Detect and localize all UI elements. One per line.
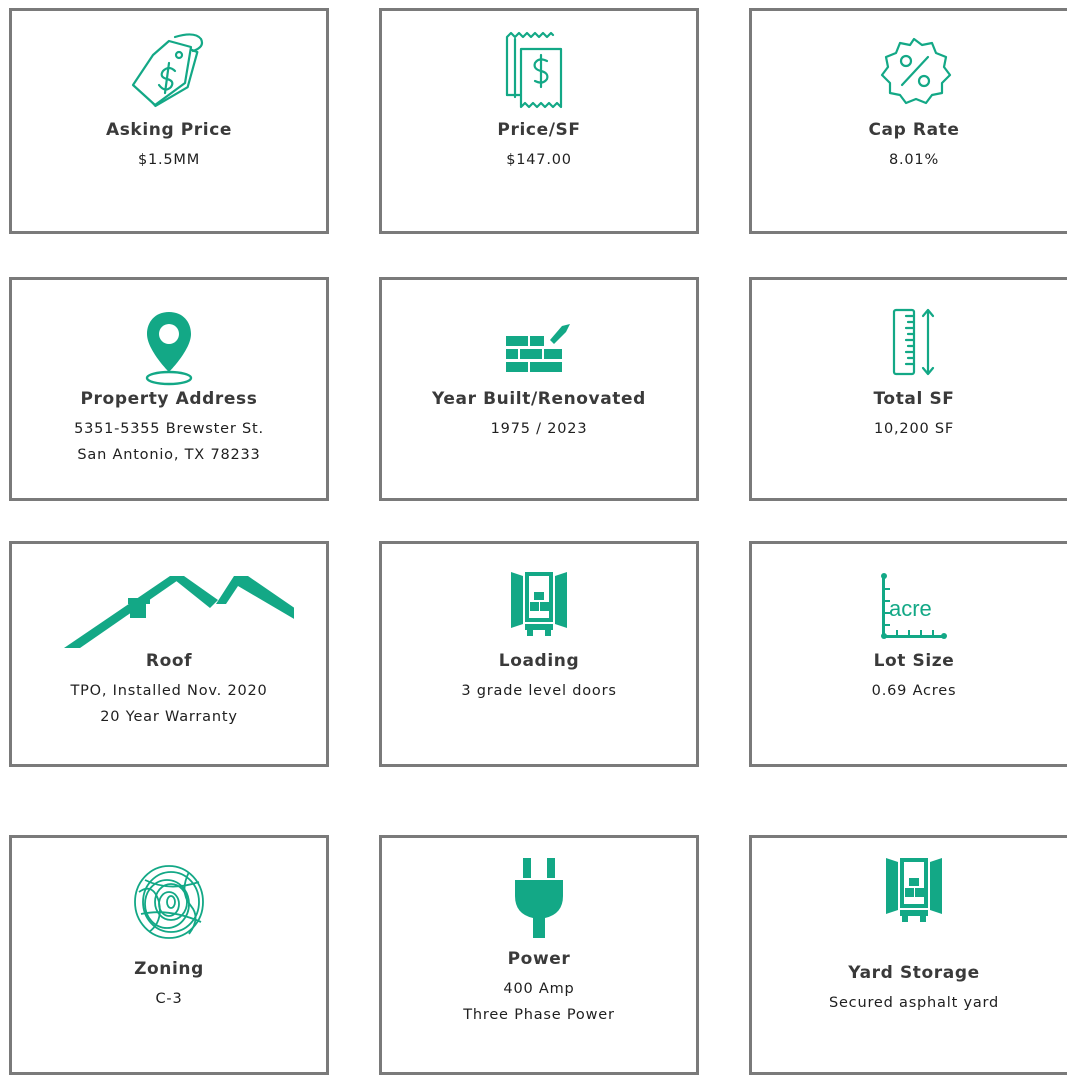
cap-rate-value: 8.01% xyxy=(888,152,940,168)
price-per-sf-value: $147.00 xyxy=(506,152,572,168)
asking-price-value: $1.5MM xyxy=(137,152,201,168)
acre-icon-label: acre xyxy=(889,596,932,621)
price-per-sf-title: Price/SF xyxy=(497,120,581,140)
year-built-title: Year Built/Renovated xyxy=(432,389,646,409)
power-card: Power 400 Amp Three Phase Power xyxy=(379,835,699,1075)
bricks-trowel-icon xyxy=(382,320,696,378)
receipt-icon xyxy=(382,31,696,113)
storage-truck-icon xyxy=(752,854,1067,924)
yard-storage-card: Yard Storage Secured asphalt yard xyxy=(749,835,1067,1075)
total-sf-title: Total SF xyxy=(873,389,955,409)
lot-size-title: Lot Size xyxy=(873,651,955,671)
ruler-icon xyxy=(752,306,1067,378)
roof-line-2: 20 Year Warranty xyxy=(100,709,238,725)
loading-title: Loading xyxy=(498,651,580,671)
percent-badge-icon xyxy=(752,33,1067,109)
zoning-card: Zoning C-3 xyxy=(9,835,329,1075)
loading-value: 3 grade level doors xyxy=(461,683,617,699)
cap-rate-card: Cap Rate 8.01% xyxy=(749,8,1067,234)
zoning-value: C-3 xyxy=(155,991,183,1007)
yard-storage-value: Secured asphalt yard xyxy=(828,995,1000,1011)
address-line-2: San Antonio, TX 78233 xyxy=(77,447,261,463)
power-plug-icon xyxy=(382,856,696,940)
lot-size-card: acre Lot Size 0.69 Acres xyxy=(749,541,1067,767)
power-title: Power xyxy=(507,949,571,969)
total-sf-card: Total SF 10,200 SF xyxy=(749,277,1067,501)
property-address-card: Property Address 5351-5355 Brewster St. … xyxy=(9,277,329,501)
loading-truck-icon xyxy=(382,568,696,638)
zoning-title: Zoning xyxy=(134,959,204,979)
power-line-1: 400 Amp xyxy=(503,981,575,997)
acre-ruler-icon: acre xyxy=(752,570,1067,640)
price-per-sf-card: Price/SF $147.00 xyxy=(379,8,699,234)
lot-size-value: 0.69 Acres xyxy=(871,683,957,699)
price-tag-icon xyxy=(12,29,326,111)
loading-card: Loading 3 grade level doors xyxy=(379,541,699,767)
year-built-value: 1975 / 2023 xyxy=(490,421,588,437)
cap-rate-title: Cap Rate xyxy=(868,120,960,140)
map-pin-icon xyxy=(12,308,326,388)
roof-title: Roof xyxy=(145,651,193,671)
power-line-2: Three Phase Power xyxy=(463,1007,615,1023)
property-address-title: Property Address xyxy=(80,389,258,409)
roof-card: Roof TPO, Installed Nov. 2020 20 Year Wa… xyxy=(9,541,329,767)
total-sf-value: 10,200 SF xyxy=(873,421,955,437)
roof-line-1: TPO, Installed Nov. 2020 xyxy=(70,683,268,699)
yard-storage-title: Yard Storage xyxy=(848,963,980,983)
asking-price-card: Asking Price $1.5MM xyxy=(9,8,329,234)
asking-price-title: Asking Price xyxy=(105,120,233,140)
year-built-card: Year Built/Renovated 1975 / 2023 xyxy=(379,277,699,501)
roof-icon xyxy=(12,572,326,652)
fingerprint-icon xyxy=(12,862,326,942)
address-line-1: 5351-5355 Brewster St. xyxy=(74,421,264,437)
